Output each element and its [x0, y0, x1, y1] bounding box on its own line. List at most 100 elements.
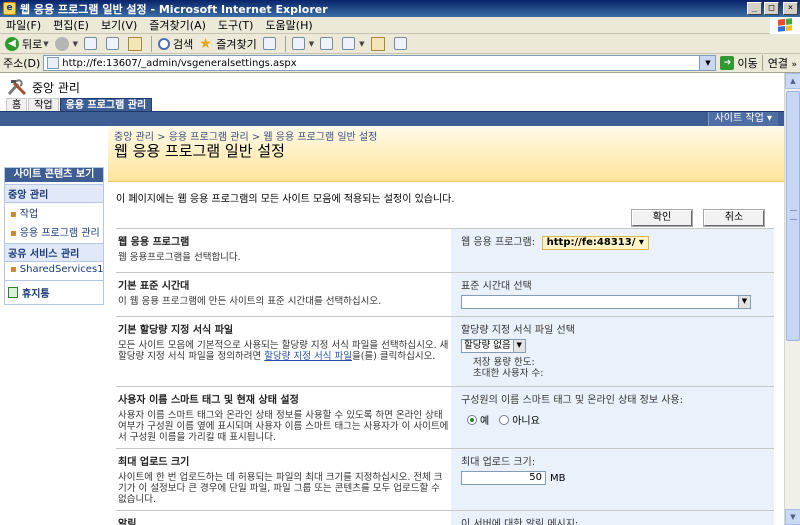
- ie-page-icon: e: [3, 2, 16, 15]
- print-button[interactable]: [317, 35, 339, 53]
- edit-button[interactable]: ▼: [339, 35, 367, 53]
- max-upload-label: 최대 업로드 크기:: [461, 457, 536, 468]
- refresh-button[interactable]: [103, 35, 125, 53]
- section-web-application: 웹 응용 프로그램 웹 응용프로그램을 선택합니다. 웹 응용 프로그램: ht…: [116, 228, 774, 272]
- section-title: 사용자 이름 스마트 태그 및 현재 상태 설정: [118, 395, 299, 406]
- star-icon: ★: [199, 35, 212, 52]
- site-actions-menu[interactable]: 사이트 작업 ▾: [707, 112, 778, 127]
- section-title: 기본 할당량 지정 서식 파일: [118, 325, 234, 336]
- forward-arrow-icon: [54, 36, 69, 51]
- nav-item-operations[interactable]: ▪ 작업: [5, 203, 103, 222]
- menu-file[interactable]: 파일(F): [0, 17, 47, 33]
- section-max-upload-size: 최대 업로드 크기 사이트에 한 번 업로드하는 데 허용되는 파일의 최대 크…: [116, 448, 774, 510]
- nav-heading-shared-services[interactable]: 공유 서비스 관리: [5, 243, 103, 262]
- section-title: 웹 응용 프로그램: [118, 237, 190, 248]
- site-title[interactable]: 중앙 관리: [32, 79, 80, 96]
- section-description: 웹 응용프로그램을 선택합니다.: [118, 252, 241, 263]
- search-button[interactable]: 검색: [155, 35, 196, 53]
- section-title: 알림: [118, 519, 137, 525]
- home-icon: [128, 36, 143, 51]
- quota-template-label: 할당량 지정 서식 파일 선택: [461, 325, 575, 336]
- search-icon: [158, 37, 171, 50]
- menu-view[interactable]: 보기(V): [95, 17, 143, 33]
- quota-template-select[interactable]: 할당량 없음 ▼: [461, 339, 526, 353]
- scroll-up-arrow-icon[interactable]: ▲: [785, 73, 800, 89]
- maximize-button[interactable]: □: [764, 2, 779, 15]
- stop-icon: [84, 37, 98, 50]
- chevron-down-icon[interactable]: ▼: [512, 340, 525, 352]
- vertical-scrollbar[interactable]: ▲ ▼: [784, 73, 800, 525]
- mail-icon: [291, 37, 305, 50]
- menu-help[interactable]: 도움말(H): [259, 17, 318, 33]
- menu-tools[interactable]: 도구(T): [212, 17, 260, 33]
- view-all-site-content-link[interactable]: 사이트 콘텐츠 보기: [5, 168, 103, 182]
- page-description: 이 페이지에는 웹 응용 프로그램의 모든 사이트 모음에 적용되는 설정이 있…: [116, 194, 455, 205]
- folder-button[interactable]: [368, 35, 391, 53]
- central-admin-tools-icon: [7, 79, 27, 96]
- address-input[interactable]: http://fe:13607/_admin/vsgeneralsettings…: [43, 55, 717, 71]
- time-zone-label: 표준 시간대 선택: [461, 281, 532, 292]
- stop-button[interactable]: [81, 35, 103, 53]
- quota-templates-link[interactable]: 할당량 지정 서식 파일: [264, 351, 352, 362]
- ok-button[interactable]: 확인: [631, 209, 693, 227]
- back-button[interactable]: ◀ 뒤로 ▼: [2, 35, 52, 53]
- nav-bar: 사이트 작업 ▾: [0, 111, 784, 127]
- tab-operations[interactable]: 작업: [28, 98, 59, 112]
- scrollbar-thumb[interactable]: [786, 91, 800, 341]
- minimize-button[interactable]: _: [747, 2, 762, 15]
- toolbar-separator: [284, 35, 286, 52]
- nav-heading-central-admin[interactable]: 중앙 관리: [5, 184, 103, 203]
- recycle-bin-link[interactable]: 휴지통: [5, 280, 103, 304]
- top-nav-tabs: 홈 작업 응용 프로그램 관리: [6, 98, 153, 112]
- chevron-down-icon[interactable]: ▼: [738, 296, 750, 308]
- settings-sections: 웹 응용 프로그램 웹 응용프로그램을 선택합니다. 웹 응용 프로그램: ht…: [116, 228, 774, 525]
- menu-bar: 파일(F) 편집(E) 보기(V) 즐겨찾기(A) 도구(T) 도움말(H): [0, 16, 800, 34]
- history-icon: [262, 37, 276, 50]
- section-description: 사이트에 한 번 업로드하는 데 허용되는 파일의 최대 크기를 지정하십시오.…: [118, 472, 443, 505]
- page-title-area: 중앙 관리 > 응용 프로그램 관리 > 웹 응용 프로그램 일반 설정 웹 응…: [108, 126, 784, 182]
- title-bar: e 웹 응용 프로그램 일반 설정 - Microsoft Internet E…: [0, 0, 800, 17]
- section-description: 사용자 이름 스마트 태그와 온라인 상태 정보를 사용할 수 있도록 하면 온…: [118, 410, 449, 443]
- menu-edit[interactable]: 편집(E): [47, 17, 95, 33]
- section-alerts: 알림 이 서버에 대한 알림 메시지:: [116, 510, 774, 525]
- scroll-down-arrow-icon[interactable]: ▼: [785, 509, 800, 525]
- section-description: 모든 사이트 모음에 기본적으로 사용되는 할당량 지정 서식 파일을 선택하십…: [118, 340, 449, 362]
- favorites-button[interactable]: ★ 즐겨찾기: [196, 35, 259, 53]
- go-arrow-icon: ➜: [720, 56, 735, 70]
- close-button[interactable]: ×: [783, 2, 798, 15]
- max-upload-size-input[interactable]: 50: [461, 471, 546, 485]
- mail-button[interactable]: ▼: [289, 35, 317, 53]
- section-title: 최대 업로드 크기: [118, 457, 190, 468]
- forward-button[interactable]: ▼: [52, 35, 81, 53]
- nav-item-sharedservices1[interactable]: ▪ SharedServices1: [5, 262, 104, 277]
- address-url[interactable]: http://fe:13607/_admin/vsgeneralsettings…: [62, 58, 699, 69]
- cancel-button[interactable]: 취소: [703, 209, 765, 227]
- presence-no-radio[interactable]: [499, 414, 510, 425]
- links-button[interactable]: 연결 »: [761, 55, 797, 71]
- alerts-label: 이 서버에 대한 알림 메시지:: [461, 519, 579, 525]
- presence-yes-radio[interactable]: [467, 414, 477, 425]
- time-zone-select[interactable]: ▼: [461, 295, 751, 309]
- go-button[interactable]: ➜ 이동: [720, 55, 758, 71]
- history-button[interactable]: [260, 35, 282, 53]
- menu-favorites[interactable]: 즐겨찾기(A): [143, 17, 212, 33]
- web-application-selector[interactable]: http://fe:48313/ ▾: [541, 236, 649, 250]
- section-quota-template: 기본 할당량 지정 서식 파일 모든 사이트 모음에 기본적으로 사용되는 할당…: [116, 316, 774, 386]
- address-bar: 주소(D) http://fe:13607/_admin/vsgeneralse…: [0, 54, 800, 73]
- tab-application-management[interactable]: 응용 프로그램 관리: [59, 98, 153, 112]
- windows-logo-icon: [770, 16, 800, 34]
- folder-icon: [370, 36, 385, 51]
- storage-limit-label: 저장 용량 한도:: [473, 357, 535, 368]
- page-icon: [47, 57, 60, 69]
- address-dropdown-button[interactable]: ▼: [699, 56, 716, 70]
- home-button[interactable]: [125, 35, 148, 53]
- sharepoint-header: 중앙 관리 홈 작업 응용 프로그램 관리: [0, 73, 784, 113]
- nav-item-application-management[interactable]: ▪ 응용 프로그램 관리: [5, 222, 103, 241]
- left-navigation: 사이트 콘텐츠 보기 중앙 관리 ▪ 작업 ▪ 응용 프로그램 관리 공유 서비스 …: [4, 167, 104, 305]
- page-viewport: 중앙 관리 홈 작업 응용 프로그램 관리 사이트 작업 ▾ 중앙 관리 > 응…: [0, 73, 784, 525]
- tab-home[interactable]: 홈: [6, 98, 28, 112]
- address-label: 주소(D): [3, 57, 41, 70]
- section-presence-settings: 사용자 이름 스마트 태그 및 현재 상태 설정 사용자 이름 스마트 태그와 …: [116, 386, 774, 448]
- page-title: 웹 응용 프로그램 일반 설정: [114, 142, 285, 160]
- research-button[interactable]: [391, 35, 413, 53]
